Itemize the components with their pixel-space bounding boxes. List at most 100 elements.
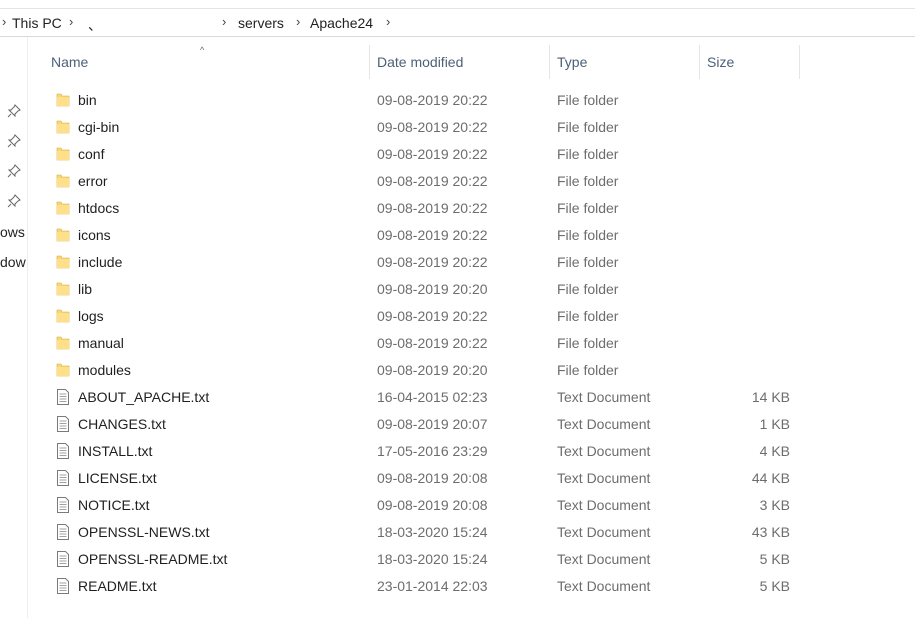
chevron-right-icon[interactable]: ›	[296, 14, 300, 29]
file-type: File folder	[557, 200, 619, 216]
breadcrumb-this-pc[interactable]: This PC	[12, 15, 62, 31]
file-type: File folder	[557, 254, 619, 270]
column-header-size[interactable]: Size	[707, 54, 734, 70]
breadcrumb-apache24[interactable]: Apache24	[310, 15, 373, 31]
chevron-right-icon[interactable]: ›	[386, 14, 390, 29]
column-header-name[interactable]: Name	[51, 54, 88, 70]
file-size: 3 KB	[759, 497, 790, 513]
file-type: Text Document	[557, 443, 651, 459]
file-row[interactable]: bin 09-08-2019 20:22 File folder	[0, 87, 915, 114]
text-document-icon	[55, 496, 71, 514]
folder-icon	[55, 172, 71, 190]
text-document-icon	[55, 469, 71, 487]
file-size: 1 KB	[759, 416, 790, 432]
file-name[interactable]: manual	[78, 335, 124, 351]
breadcrumb-hidden-folder[interactable]: 、	[88, 15, 102, 35]
text-document-icon	[55, 550, 71, 568]
file-name[interactable]: CHANGES.txt	[78, 416, 166, 432]
file-type: File folder	[557, 335, 619, 351]
file-row[interactable]: ABOUT_APACHE.txt 16-04-2015 02:23 Text Doc…	[0, 384, 915, 411]
file-date-modified: 09-08-2019 20:22	[377, 254, 488, 270]
column-divider[interactable]	[549, 45, 550, 79]
file-date-modified: 09-08-2019 20:22	[377, 200, 488, 216]
file-row[interactable]: conf 09-08-2019 20:22 File folder	[0, 141, 915, 168]
file-name[interactable]: OPENSSL-README.txt	[78, 551, 227, 567]
file-type: File folder	[557, 146, 619, 162]
folder-icon	[55, 253, 71, 271]
file-date-modified: 17-05-2016 23:29	[377, 443, 488, 459]
column-header-row: ^ Name Date modified Type Size	[0, 37, 915, 87]
file-row[interactable]: NOTICE.txt 09-08-2019 20:08 Text Document 3…	[0, 492, 915, 519]
file-name[interactable]: icons	[78, 227, 111, 243]
chevron-right-icon[interactable]: ›	[222, 14, 226, 29]
file-row[interactable]: LICENSE.txt 09-08-2019 20:08 Text Document…	[0, 465, 915, 492]
file-row[interactable]: INSTALL.txt 17-05-2016 23:29 Text Document…	[0, 438, 915, 465]
file-type: File folder	[557, 119, 619, 135]
file-row[interactable]: icons 09-08-2019 20:22 File folder	[0, 222, 915, 249]
column-divider[interactable]	[799, 45, 800, 79]
title-bar-edge	[0, 0, 915, 9]
file-row[interactable]: htdocs 09-08-2019 20:22 File folder	[0, 195, 915, 222]
chevron-right-icon[interactable]: ›	[69, 14, 73, 29]
file-row[interactable]: OPENSSL-NEWS.txt 18-03-2020 15:24 Text Doc…	[0, 519, 915, 546]
file-row[interactable]: CHANGES.txt 09-08-2019 20:07 Text Document…	[0, 411, 915, 438]
file-name[interactable]: LICENSE.txt	[78, 470, 157, 486]
column-divider[interactable]	[699, 45, 700, 79]
file-type: Text Document	[557, 497, 651, 513]
file-date-modified: 18-03-2020 15:24	[377, 524, 488, 540]
file-name[interactable]: htdocs	[78, 200, 119, 216]
file-row[interactable]: modules 09-08-2019 20:20 File folder	[0, 357, 915, 384]
file-list: bin 09-08-2019 20:22 File folder cgi-bin 09-…	[0, 87, 915, 600]
text-document-icon	[55, 523, 71, 541]
folder-icon	[55, 199, 71, 217]
file-date-modified: 23-01-2014 22:03	[377, 578, 488, 594]
file-date-modified: 09-08-2019 20:20	[377, 362, 488, 378]
text-document-icon	[55, 577, 71, 595]
column-divider[interactable]	[369, 45, 370, 79]
file-type: Text Document	[557, 389, 651, 405]
file-row[interactable]: OPENSSL-README.txt 18-03-2020 15:24 Text D…	[0, 546, 915, 573]
file-name[interactable]: NOTICE.txt	[78, 497, 150, 513]
file-name[interactable]: INSTALL.txt	[78, 443, 152, 459]
text-document-icon	[55, 442, 71, 460]
file-row[interactable]: logs 09-08-2019 20:22 File folder	[0, 303, 915, 330]
text-document-icon	[55, 388, 71, 406]
file-date-modified: 09-08-2019 20:22	[377, 335, 488, 351]
folder-icon	[55, 307, 71, 325]
file-name[interactable]: conf	[78, 146, 104, 162]
breadcrumb-servers[interactable]: servers	[238, 15, 284, 31]
folder-icon	[55, 280, 71, 298]
file-size: 14 KB	[751, 389, 790, 405]
file-row[interactable]: README.txt 23-01-2014 22:03 Text Document 5…	[0, 573, 915, 600]
file-row[interactable]: include 09-08-2019 20:22 File folder	[0, 249, 915, 276]
file-name[interactable]: README.txt	[78, 578, 157, 594]
file-row[interactable]: cgi-bin 09-08-2019 20:22 File folder	[0, 114, 915, 141]
file-size: 44 KB	[751, 470, 790, 486]
file-date-modified: 09-08-2019 20:22	[377, 119, 488, 135]
file-name[interactable]: lib	[78, 281, 92, 297]
sort-ascending-icon: ^	[200, 45, 205, 55]
file-row[interactable]: lib 09-08-2019 20:20 File folder	[0, 276, 915, 303]
file-name[interactable]: modules	[78, 362, 131, 378]
file-date-modified: 09-08-2019 20:08	[377, 470, 488, 486]
file-name[interactable]: OPENSSL-NEWS.txt	[78, 524, 209, 540]
column-header-type[interactable]: Type	[557, 54, 587, 70]
file-type: Text Document	[557, 524, 651, 540]
file-type: Text Document	[557, 551, 651, 567]
chevron-right-icon[interactable]: ›	[2, 14, 6, 29]
file-date-modified: 09-08-2019 20:22	[377, 146, 488, 162]
column-header-date-modified[interactable]: Date modified	[377, 54, 463, 70]
file-name[interactable]: cgi-bin	[78, 119, 119, 135]
file-row[interactable]: error 09-08-2019 20:22 File folder	[0, 168, 915, 195]
file-type: File folder	[557, 92, 619, 108]
file-name[interactable]: logs	[78, 308, 104, 324]
file-type: Text Document	[557, 578, 651, 594]
file-date-modified: 09-08-2019 20:22	[377, 92, 488, 108]
folder-icon	[55, 91, 71, 109]
file-row[interactable]: manual 09-08-2019 20:22 File folder	[0, 330, 915, 357]
file-name[interactable]: ABOUT_APACHE.txt	[78, 389, 209, 405]
address-bar[interactable]: › This PC › 、 › servers › Apache24 ›	[0, 9, 915, 37]
file-name[interactable]: bin	[78, 92, 97, 108]
file-name[interactable]: error	[78, 173, 108, 189]
file-name[interactable]: include	[78, 254, 122, 270]
